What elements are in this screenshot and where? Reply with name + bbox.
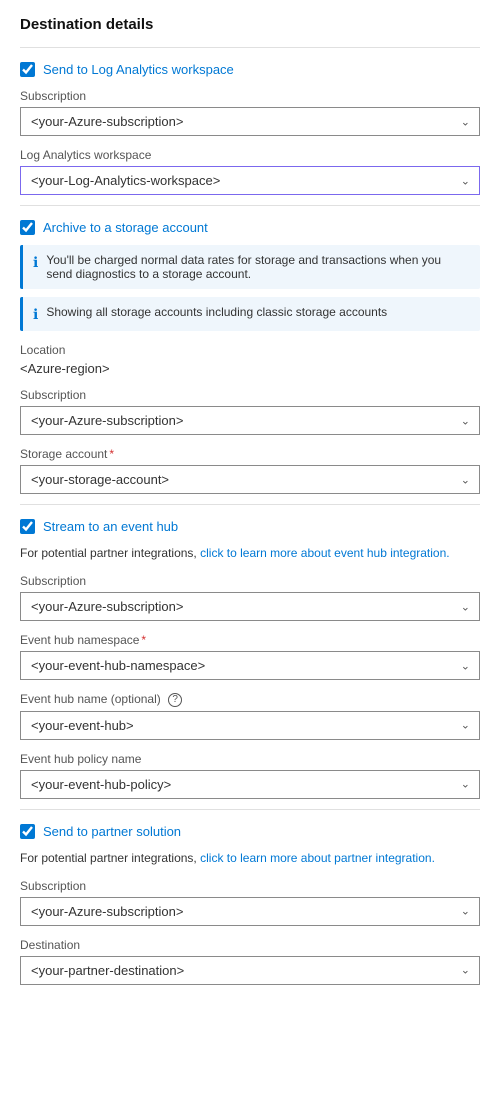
event-hub-partner-info: For potential partner integrations, clic… [20,544,480,562]
event-hub-partner-link[interactable]: click to learn more about event hub inte… [200,546,449,560]
storage-info-box-1: ℹ You'll be charged normal data rates fo… [20,245,480,289]
subscription-select-log[interactable]: <your-Azure-subscription> [20,107,480,136]
namespace-select-wrapper: <your-event-hub-namespace> ⌄ [20,651,480,680]
storage-account-select[interactable]: <your-storage-account> [20,465,480,494]
divider-4 [20,809,480,810]
info-icon-2: ℹ [33,306,38,323]
destination-label: Destination [20,938,480,952]
subscription-label-eventhub: Subscription [20,574,480,588]
event-hub-checkbox-row: Stream to an event hub [20,519,480,534]
storage-checkbox[interactable] [20,220,35,235]
workspace-label: Log Analytics workspace [20,148,480,162]
storage-checkbox-row: Archive to a storage account [20,220,480,235]
divider-3 [20,504,480,505]
hubname-label: Event hub name (optional) ? [20,692,480,707]
hubname-select[interactable]: <your-event-hub> [20,711,480,740]
divider-1 [20,47,480,48]
subscription-label-storage: Subscription [20,388,480,402]
storage-label[interactable]: Archive to a storage account [43,220,208,235]
subscription-label-partner: Subscription [20,879,480,893]
policy-select[interactable]: <your-event-hub-policy> [20,770,480,799]
namespace-select[interactable]: <your-event-hub-namespace> [20,651,480,680]
storage-info-text-2: Showing all storage accounts including c… [46,305,387,319]
partner-solution-checkbox[interactable] [20,824,35,839]
storage-info-box-2: ℹ Showing all storage accounts including… [20,297,480,331]
storage-account-select-wrapper: <your-storage-account> ⌄ [20,465,480,494]
namespace-required: * [141,633,146,647]
destination-select-wrapper: <your-partner-destination> ⌄ [20,956,480,985]
partner-solution-label[interactable]: Send to partner solution [43,824,181,839]
info-icon-1: ℹ [33,254,38,271]
subscription-select-wrapper-partner: <your-Azure-subscription> ⌄ [20,897,480,926]
log-analytics-checkbox[interactable] [20,62,35,77]
subscription-select-wrapper-log: <your-Azure-subscription> ⌄ [20,107,480,136]
log-analytics-section: Subscription <your-Azure-subscription> ⌄… [20,89,480,195]
event-hub-label[interactable]: Stream to an event hub [43,519,178,534]
event-hub-checkbox[interactable] [20,519,35,534]
namespace-label: Event hub namespace* [20,633,480,647]
policy-label: Event hub policy name [20,752,480,766]
subscription-select-eventhub[interactable]: <your-Azure-subscription> [20,592,480,621]
storage-account-label: Storage account* [20,447,480,461]
storage-info-section: ℹ You'll be charged normal data rates fo… [20,245,480,331]
workspace-select-wrapper: <your-Log-Analytics-workspace> ⌄ [20,166,480,195]
destination-select[interactable]: <your-partner-destination> [20,956,480,985]
divider-2 [20,205,480,206]
storage-required: * [109,447,114,461]
location-value: <Azure-region> [20,361,480,376]
partner-solution-info: For potential partner integrations, clic… [20,849,480,867]
subscription-select-partner[interactable]: <your-Azure-subscription> [20,897,480,926]
subscription-select-wrapper-storage: <your-Azure-subscription> ⌄ [20,406,480,435]
page-title: Destination details [20,16,480,33]
storage-info-text-1: You'll be charged normal data rates for … [46,253,470,281]
subscription-label-log: Subscription [20,89,480,103]
subscription-select-storage[interactable]: <your-Azure-subscription> [20,406,480,435]
log-analytics-label[interactable]: Send to Log Analytics workspace [43,62,234,77]
partner-solution-link[interactable]: click to learn more about partner integr… [200,851,435,865]
location-label: Location [20,343,480,357]
partner-solution-checkbox-row: Send to partner solution [20,824,480,839]
subscription-select-wrapper-eventhub: <your-Azure-subscription> ⌄ [20,592,480,621]
help-icon[interactable]: ? [168,693,182,707]
hubname-select-wrapper: <your-event-hub> ⌄ [20,711,480,740]
log-analytics-checkbox-row: Send to Log Analytics workspace [20,62,480,77]
policy-select-wrapper: <your-event-hub-policy> ⌄ [20,770,480,799]
workspace-select[interactable]: <your-Log-Analytics-workspace> [20,166,480,195]
